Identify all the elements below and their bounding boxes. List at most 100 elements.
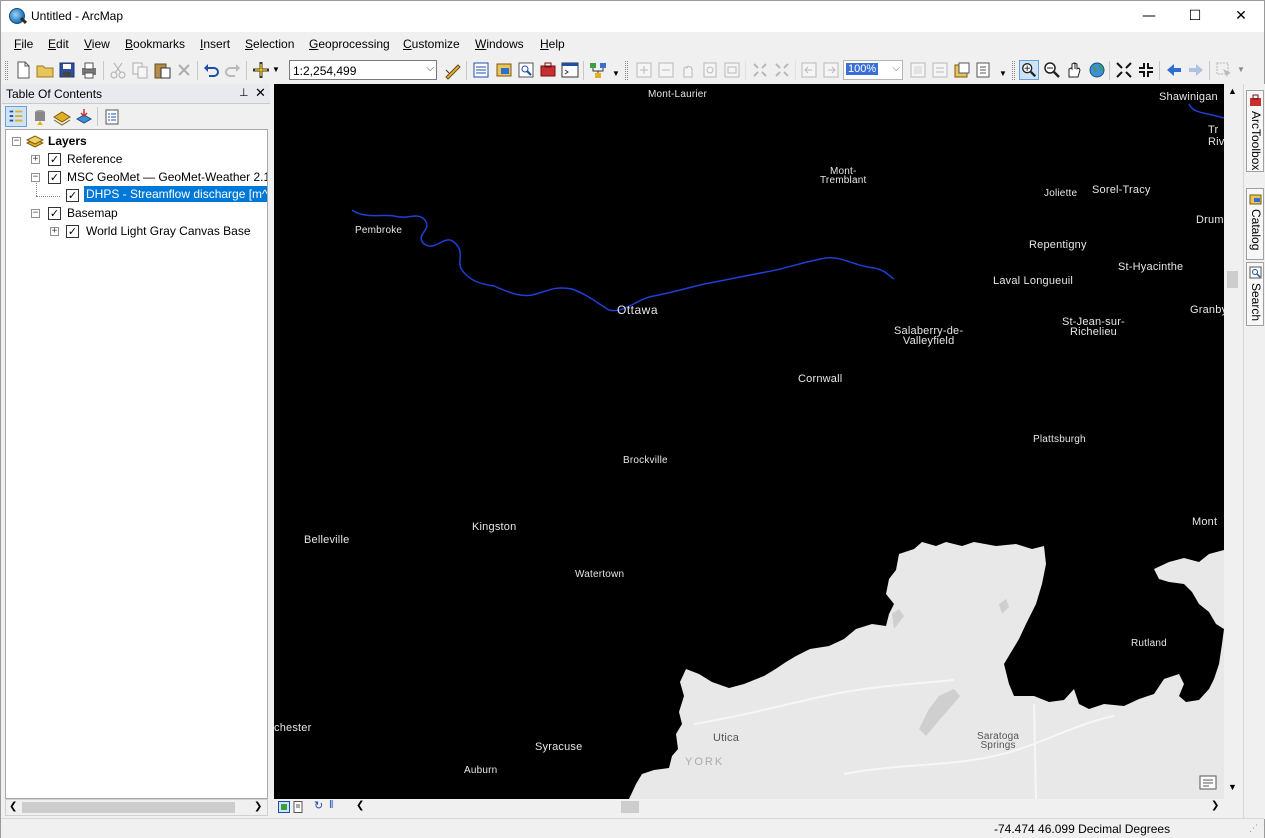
menu-file[interactable]: File: [14, 37, 33, 51]
layout-zoom-out-icon[interactable]: [656, 60, 676, 80]
list-by-visibility-icon[interactable]: [52, 107, 72, 127]
menu-bookmarks[interactable]: Bookmarks: [125, 37, 185, 51]
toolbar-overflow-icon[interactable]: ▼: [612, 69, 620, 78]
copy-icon[interactable]: [130, 60, 150, 80]
add-data-icon[interactable]: [251, 60, 271, 80]
chevron-down-icon[interactable]: ⌵: [892, 63, 900, 74]
scroll-left-icon[interactable]: ❮: [356, 800, 364, 811]
toc-options-icon[interactable]: [102, 107, 122, 127]
focus-data-frame-icon[interactable]: [930, 60, 950, 80]
close-button[interactable]: ✕: [1218, 1, 1264, 32]
toolbar-overflow-icon[interactable]: ▼: [999, 69, 1007, 78]
fixed-zoom-out-arrows-icon[interactable]: [1136, 60, 1156, 80]
layout-zoom-combobox[interactable]: 100% ⌵: [843, 60, 903, 80]
layer-row-reference[interactable]: + ✓ Reference: [6, 151, 267, 169]
collapse-icon[interactable]: −: [12, 137, 21, 146]
collapse-icon[interactable]: −: [31, 209, 40, 218]
toolbar-grip[interactable]: [5, 61, 8, 80]
scroll-thumb[interactable]: [621, 801, 639, 813]
layer-visibility-checkbox[interactable]: ✓: [48, 171, 61, 184]
menu-selection[interactable]: Selection: [245, 37, 294, 51]
scroll-up-icon[interactable]: ▲: [1228, 86, 1237, 96]
toc-horizontal-scrollbar[interactable]: ❮ ❯: [5, 799, 268, 816]
map-vertical-scrollbar[interactable]: ▲ ▼: [1224, 84, 1241, 799]
dock-tab-catalog[interactable]: Catalog: [1246, 188, 1264, 260]
menu-insert[interactable]: Insert: [200, 37, 230, 51]
go-back-extent-icon[interactable]: [1164, 60, 1184, 80]
scroll-left-icon[interactable]: ❮: [9, 801, 17, 812]
layer-row-world-light-gray[interactable]: + ✓ World Light Gray Canvas Base: [6, 223, 267, 241]
editor-toolbar-icon[interactable]: [443, 60, 463, 80]
zoom-whole-page-icon[interactable]: [700, 60, 720, 80]
delete-icon[interactable]: [174, 60, 194, 80]
pan-hand-icon[interactable]: [1064, 60, 1084, 80]
layout-pan-icon[interactable]: [678, 60, 698, 80]
cut-icon[interactable]: [108, 60, 128, 80]
scroll-thumb[interactable]: [22, 802, 235, 813]
redo-icon[interactable]: [223, 60, 243, 80]
resize-grip-icon[interactable]: ⋰: [1249, 823, 1261, 835]
dock-tab-search[interactable]: Search: [1246, 262, 1264, 326]
save-icon[interactable]: [57, 60, 77, 80]
dock-tab-arctoolbox[interactable]: ArcToolbox: [1246, 90, 1264, 172]
zoom-in-icon[interactable]: [1019, 60, 1039, 80]
paste-icon[interactable]: [152, 60, 172, 80]
minimize-button[interactable]: —: [1126, 1, 1172, 32]
undo-icon[interactable]: [201, 60, 221, 80]
layer-visibility-checkbox[interactable]: ✓: [48, 153, 61, 166]
layout-view-icon[interactable]: [292, 801, 304, 813]
layer-row-dhps-streamflow[interactable]: ✓ DHPS - Streamflow discharge [m^: [6, 186, 267, 205]
scroll-right-icon[interactable]: ❯: [1211, 800, 1219, 811]
chevron-down-icon[interactable]: ⌵: [426, 63, 434, 74]
menu-help[interactable]: Help: [540, 37, 565, 51]
collapse-icon[interactable]: −: [31, 173, 40, 182]
change-layout-icon[interactable]: [952, 60, 972, 80]
layer-row-msc-geomet[interactable]: − ✓ MSC GeoMet — GeoMet-Weather 2.18: [6, 169, 267, 187]
map-scale-combobox[interactable]: 1:2,254,499 ⌵: [289, 60, 437, 80]
map-tips-icon[interactable]: [1199, 774, 1221, 792]
layer-row-basemap[interactable]: − ✓ Basemap: [6, 205, 267, 223]
select-features-icon[interactable]: [1214, 60, 1234, 80]
zoom-out-icon[interactable]: [1042, 60, 1062, 80]
previous-extent-icon[interactable]: [799, 60, 819, 80]
go-forward-extent-icon[interactable]: [1186, 60, 1206, 80]
fixed-zoom-out-icon[interactable]: [772, 60, 792, 80]
maximize-button[interactable]: ☐: [1172, 1, 1218, 32]
arctoolbox-icon[interactable]: [538, 60, 558, 80]
python-window-icon[interactable]: [560, 60, 580, 80]
scroll-thumb[interactable]: [1227, 271, 1238, 288]
select-dropdown-icon[interactable]: ▼: [1237, 65, 1245, 74]
table-of-contents-icon[interactable]: [471, 60, 491, 80]
toolbar-grip[interactable]: [625, 61, 628, 80]
new-document-icon[interactable]: [13, 60, 33, 80]
full-extent-globe-icon[interactable]: [1087, 60, 1107, 80]
layout-zoom-in-icon[interactable]: [634, 60, 654, 80]
scroll-down-icon[interactable]: ▼: [1228, 782, 1237, 792]
open-folder-icon[interactable]: [35, 60, 55, 80]
layer-visibility-checkbox[interactable]: ✓: [66, 189, 79, 202]
next-extent-icon[interactable]: [821, 60, 841, 80]
menu-edit[interactable]: Edit: [48, 37, 69, 51]
menu-customize[interactable]: Customize: [403, 37, 460, 51]
menu-geoprocessing[interactable]: Geoprocessing: [309, 37, 390, 51]
menu-windows[interactable]: Windows: [475, 37, 524, 51]
toc-close-button[interactable]: ✕: [255, 85, 266, 101]
refresh-icon[interactable]: ↻: [314, 799, 323, 812]
toggle-draft-mode-icon[interactable]: [908, 60, 928, 80]
expand-icon[interactable]: +: [50, 227, 59, 236]
fixed-zoom-in-icon[interactable]: [750, 60, 770, 80]
data-driven-pages-icon[interactable]: [974, 60, 994, 80]
fixed-zoom-in-arrows-icon[interactable]: [1114, 60, 1134, 80]
pin-icon[interactable]: ⊥: [239, 86, 249, 99]
layer-visibility-checkbox[interactable]: ✓: [48, 207, 61, 220]
list-by-drawing-order-icon[interactable]: [5, 106, 27, 127]
scroll-right-icon[interactable]: ❯: [254, 801, 262, 812]
zoom-100-percent-icon[interactable]: [722, 60, 742, 80]
model-builder-icon[interactable]: [588, 60, 608, 80]
expand-icon[interactable]: +: [31, 155, 40, 164]
list-by-source-icon[interactable]: [30, 107, 50, 127]
add-data-dropdown-icon[interactable]: ▼: [272, 65, 280, 74]
list-by-selection-icon[interactable]: [74, 107, 94, 127]
catalog-window-icon[interactable]: [494, 60, 514, 80]
search-window-icon[interactable]: [516, 60, 536, 80]
